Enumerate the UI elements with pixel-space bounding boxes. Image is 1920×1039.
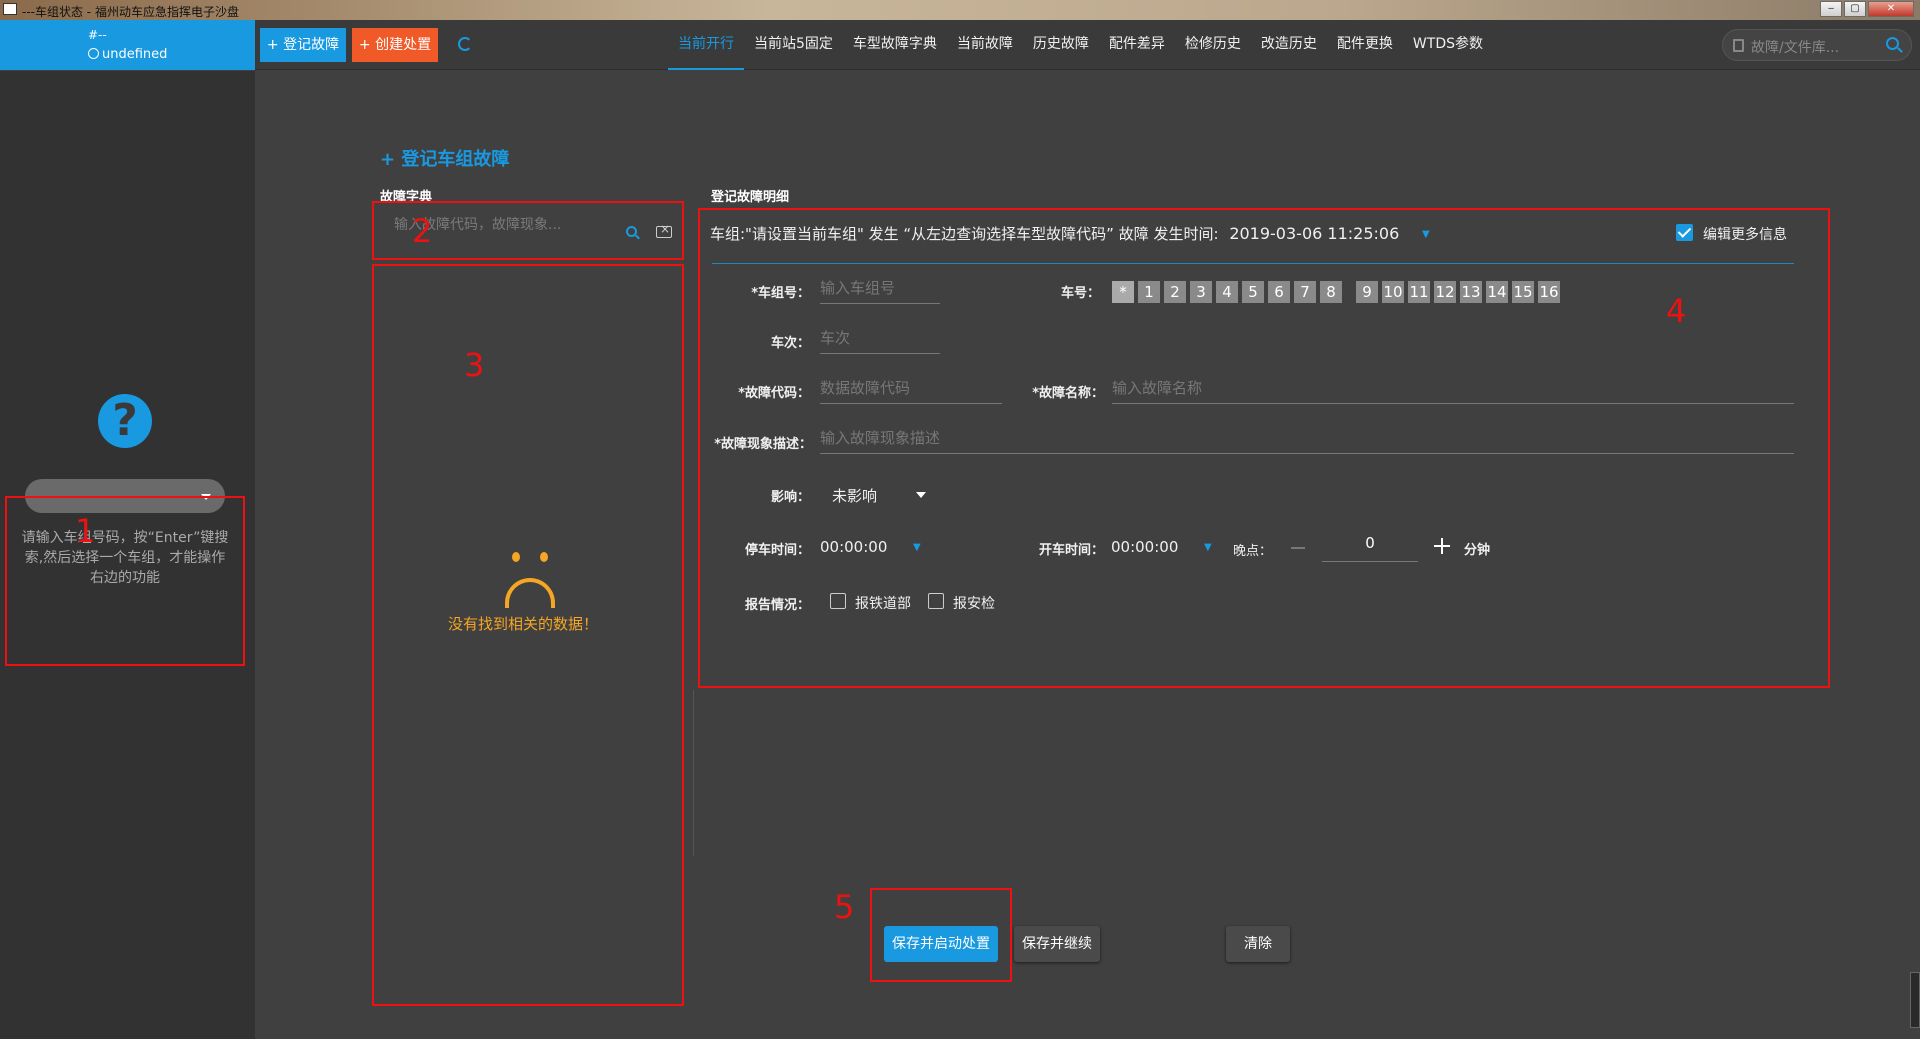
question-icon: ? <box>98 394 152 448</box>
top-nav: #-- undefined + 登记故障 + 创建处置 当前开行 当前站5固定 车型… <box>0 20 1920 70</box>
search-icon[interactable] <box>1886 37 1899 50</box>
tab-9[interactable]: WTDS参数 <box>1403 20 1493 70</box>
tab-1[interactable]: 当前站5固定 <box>744 20 843 70</box>
tab-8[interactable]: 配件更换 <box>1327 20 1403 70</box>
annotation-box-5 <box>870 888 1012 982</box>
annotation-number-5: 5 <box>834 888 855 926</box>
train-id: #-- <box>88 28 107 42</box>
tab-4[interactable]: 历史故障 <box>1023 20 1099 70</box>
page-title: + 登记车组故障 <box>380 149 510 170</box>
annotation-number-4: 4 <box>1666 292 1687 330</box>
minimize-button[interactable]: ‒ <box>1820 1 1842 17</box>
annotation-box-4 <box>698 208 1830 688</box>
doc-search-placeholder: 故障/文件库... <box>1751 40 1840 56</box>
maximize-button[interactable]: ▢ <box>1844 1 1866 17</box>
divider <box>693 690 694 856</box>
current-train-box[interactable]: #-- undefined <box>0 20 255 70</box>
train-status: undefined <box>88 47 167 62</box>
book-icon <box>1733 39 1744 52</box>
doc-search[interactable]: 故障/文件库... <box>1722 29 1912 61</box>
save-continue-button[interactable]: 保存并继续 <box>1014 926 1100 962</box>
tab-6[interactable]: 检修历史 <box>1175 20 1251 70</box>
clock-icon <box>88 48 99 59</box>
annotation-box-3 <box>372 264 684 1006</box>
annotation-number-2: 2 <box>412 212 433 250</box>
refresh-icon[interactable] <box>458 37 472 51</box>
tab-5[interactable]: 配件差异 <box>1099 20 1175 70</box>
app-icon <box>3 3 17 15</box>
annotation-number-1: 1 <box>75 512 96 550</box>
annotation-box-1 <box>5 496 245 666</box>
scrollbar[interactable] <box>1910 972 1920 1028</box>
close-button[interactable]: ✕ <box>1868 1 1914 17</box>
main-tabs: 当前开行 当前站5固定 车型故障字典 当前故障 历史故障 配件差异 检修历史 改造历史 配件更换… <box>668 20 1493 70</box>
window-title: ---车组状态 - 福州动车应急指挥电子沙盘 <box>22 5 239 19</box>
train-status-text: undefined <box>102 47 168 62</box>
tab-7[interactable]: 改造历史 <box>1251 20 1327 70</box>
tab-0[interactable]: 当前开行 <box>668 20 744 70</box>
register-fault-button[interactable]: + 登记故障 <box>260 28 346 62</box>
tab-2[interactable]: 车型故障字典 <box>843 20 947 70</box>
window-titlebar: ---车组状态 - 福州动车应急指挥电子沙盘 ‒ ▢ ✕ <box>0 0 1920 20</box>
create-handling-button[interactable]: + 创建处置 <box>352 28 438 62</box>
detail-label: 登记故障明细 <box>711 190 790 205</box>
tab-3[interactable]: 当前故障 <box>947 20 1023 70</box>
clear-button[interactable]: 清除 <box>1226 926 1290 962</box>
annotation-number-3: 3 <box>464 346 485 384</box>
